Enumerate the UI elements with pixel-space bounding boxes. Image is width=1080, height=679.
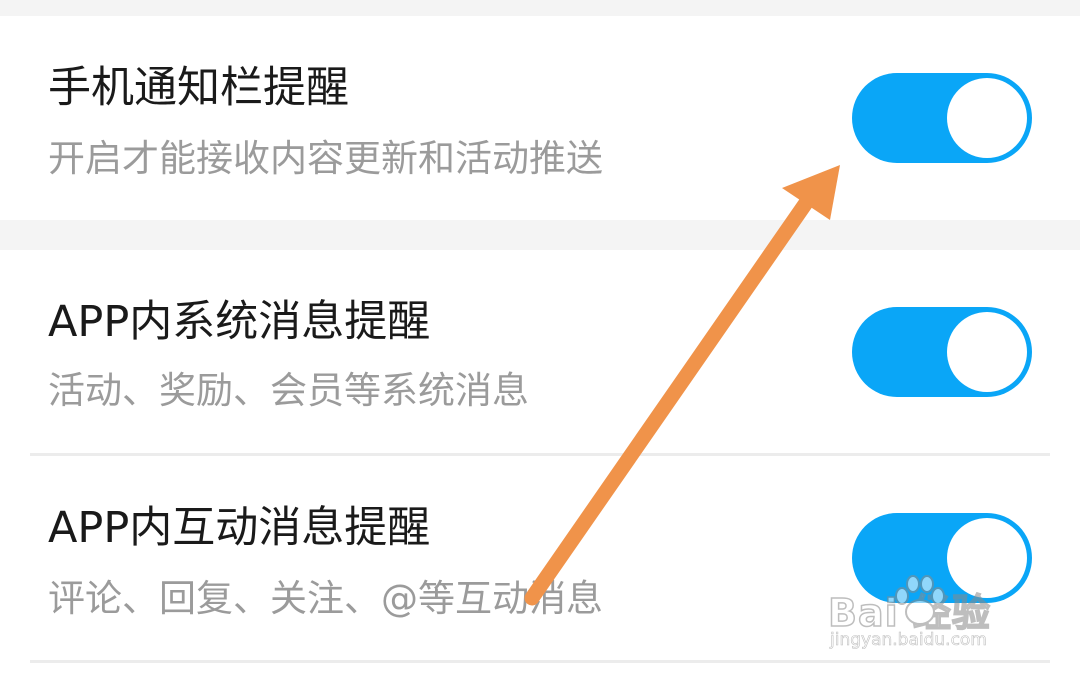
toggle-knob (947, 78, 1027, 158)
toggle-knob (947, 518, 1027, 598)
phone-notification-toggle[interactable] (852, 73, 1032, 163)
setting-subtitle: 开启才能接收内容更新和活动推送 (48, 137, 603, 180)
setting-row-system-messages: APP内系统消息提醒 活动、奖励、会员等系统消息 (0, 250, 1080, 454)
setting-title: 手机通知栏提醒 (48, 63, 349, 113)
setting-title: APP内互动消息提醒 (48, 503, 431, 553)
system-messages-toggle[interactable] (852, 307, 1032, 397)
setting-row-phone-notification: 手机通知栏提醒 开启才能接收内容更新和活动推送 (0, 16, 1080, 220)
row-divider (30, 660, 1050, 663)
setting-subtitle: 活动、奖励、会员等系统消息 (48, 369, 529, 412)
notification-section: 手机通知栏提醒 开启才能接收内容更新和活动推送 (0, 16, 1080, 220)
interaction-messages-toggle[interactable] (852, 513, 1032, 603)
setting-subtitle: 评论、回复、关注、@等互动消息 (48, 577, 603, 620)
setting-row-interaction-messages: APP内互动消息提醒 评论、回复、关注、@等互动消息 (0, 456, 1080, 661)
toggle-knob (947, 312, 1027, 392)
setting-title: APP内系统消息提醒 (48, 297, 431, 347)
in-app-message-section: APP内系统消息提醒 活动、奖励、会员等系统消息 APP内互动消息提醒 评论、回… (0, 250, 1080, 679)
